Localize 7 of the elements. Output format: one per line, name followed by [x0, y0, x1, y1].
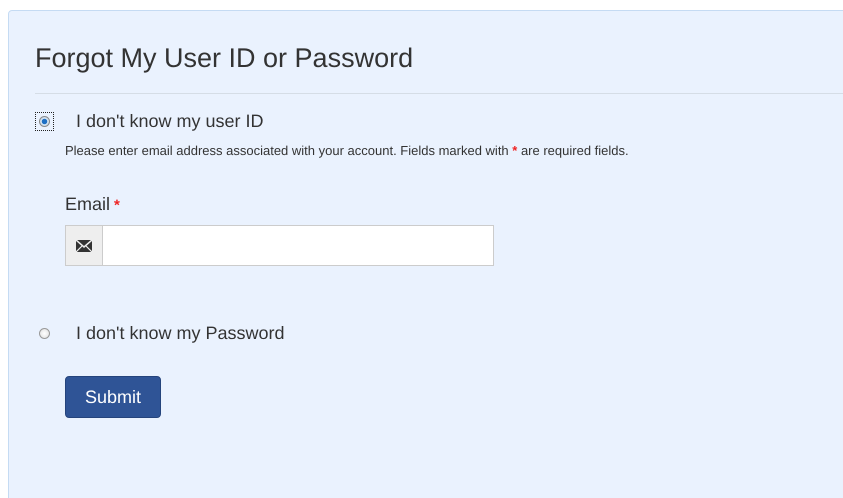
submit-button[interactable]: Submit — [65, 376, 161, 418]
page-title: Forgot My User ID or Password — [35, 42, 414, 75]
hint-text: Please enter email address associated with your account. Fields marked with * are required fields. — [65, 142, 630, 160]
required-mark: * — [114, 197, 120, 214]
field-label: Email — [65, 194, 110, 215]
option-label[interactable]: I don't know my Password — [76, 322, 285, 344]
option-label[interactable]: I don't know my user ID — [76, 110, 264, 132]
